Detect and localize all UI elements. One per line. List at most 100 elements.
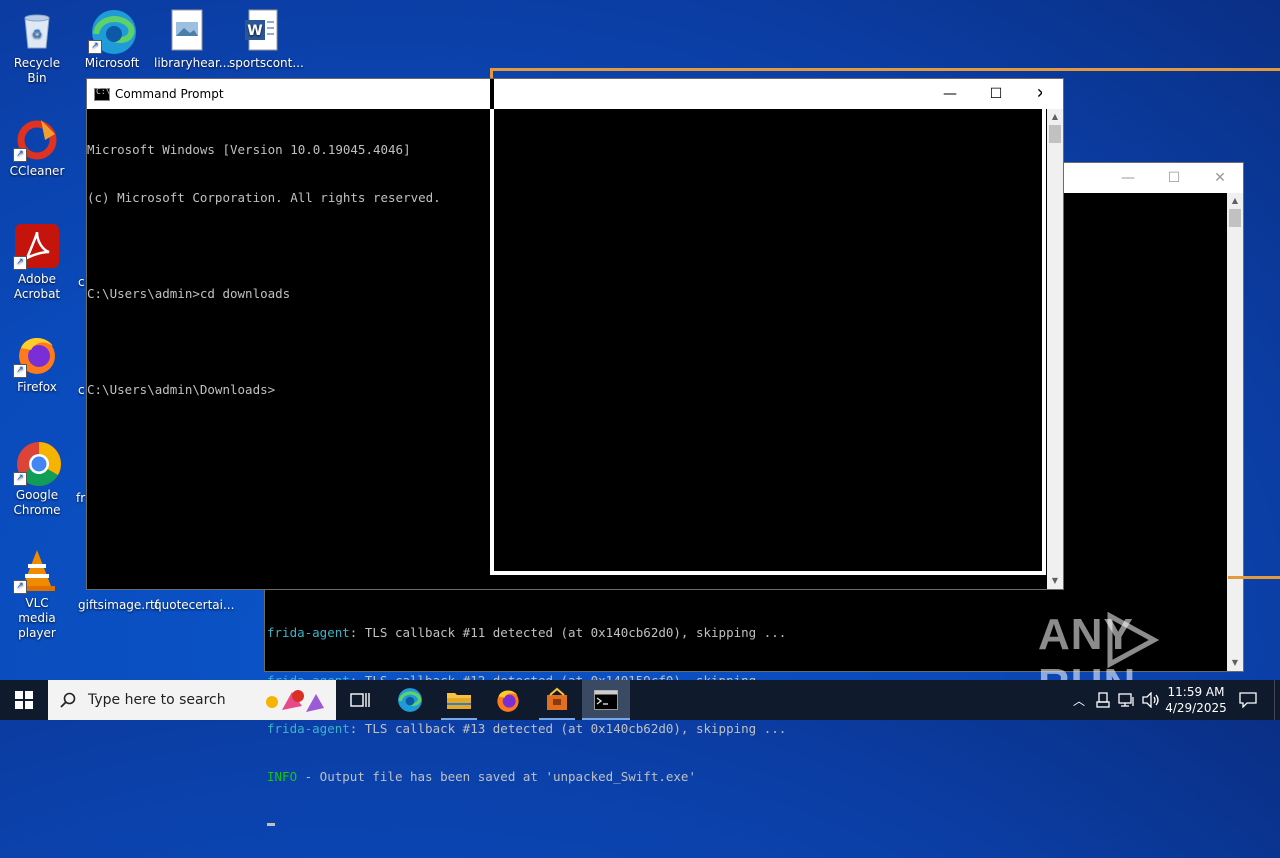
- desktop-icon-google-chrome[interactable]: ↗ Google Chrome: [5, 440, 69, 518]
- tray-clock[interactable]: 11:59 AM 4/29/2025: [1164, 680, 1228, 720]
- clock-time: 11:59 AM: [1167, 685, 1225, 699]
- console-output[interactable]: Microsoft Windows [Version 10.0.19045.40…: [87, 110, 441, 430]
- tray-device-icon[interactable]: [1092, 680, 1114, 720]
- vlc-icon: ↗: [13, 548, 59, 594]
- notification-icon: [1239, 692, 1257, 708]
- tray-network-icon[interactable]: [1116, 680, 1138, 720]
- chrome-icon: ↗: [13, 440, 61, 486]
- command-prompt-window[interactable]: C:\ Command Prompt — ☐ ✕ Microsoft Windo…: [86, 78, 1064, 590]
- firefox-icon: ↗: [13, 332, 59, 378]
- log-text: - Output file has been saved at 'unpacke…: [297, 769, 696, 784]
- show-hidden-icons-button[interactable]: ︿: [1068, 680, 1090, 720]
- tray-volume-icon[interactable]: [1140, 680, 1162, 720]
- shortcut-arrow-icon: ↗: [13, 256, 27, 270]
- console-scrollbar[interactable]: ▲ ▼: [1047, 109, 1063, 589]
- desktop-icon-label: Recycle Bin: [13, 56, 61, 85]
- ccleaner-icon: ↗: [13, 116, 59, 162]
- scroll-thumb[interactable]: [1229, 209, 1241, 227]
- desktop-icon-label: VLC media player: [18, 596, 56, 640]
- desktop-icon-label: Microsoft Edge: [84, 56, 140, 70]
- desktop-icon-ccleaner[interactable]: ↗ CCleaner: [5, 116, 69, 179]
- desktop-icon-microsoft-edge[interactable]: ↗ Microsoft Edge: [80, 8, 144, 71]
- desktop-icon-firefox[interactable]: ↗ Firefox: [5, 332, 69, 395]
- minimize-button[interactable]: —: [1105, 163, 1151, 193]
- chevron-up-icon: ︿: [1072, 693, 1085, 708]
- cmd-icon: [594, 690, 618, 710]
- show-desktop-button[interactable]: [1274, 680, 1280, 720]
- console-scrollbar[interactable]: ▲ ▼: [1227, 193, 1243, 671]
- desktop-icon-libraryhear[interactable]: libraryhear...: [154, 8, 231, 71]
- taskbar-command-prompt[interactable]: [582, 680, 630, 720]
- partial-desktop-label: c: [78, 383, 85, 397]
- shortcut-arrow-icon: ↗: [88, 40, 102, 54]
- console-line: frida-agent: TLS callback #13 detected (…: [267, 721, 786, 737]
- network-icon: [1118, 693, 1134, 707]
- svg-text:W: W: [247, 23, 262, 39]
- desktop-icon-label: Adobe Acrobat: [13, 272, 61, 301]
- maximize-button[interactable]: ☐: [1151, 163, 1197, 193]
- folder-icon: [447, 693, 471, 709]
- shortcut-arrow-icon: ↗: [13, 364, 27, 378]
- scroll-thumb[interactable]: [1049, 125, 1061, 143]
- task-view-button[interactable]: [336, 680, 384, 720]
- window-title: Command Prompt: [115, 87, 224, 101]
- overlay-border: [490, 68, 1280, 71]
- scroll-up-arrow-icon[interactable]: ▲: [1227, 193, 1243, 209]
- desktop-icon-label: Firefox: [17, 380, 57, 394]
- partial-desktop-label: c: [78, 275, 85, 289]
- taskbar-file-explorer[interactable]: [435, 680, 483, 720]
- console-line: frida-agent: TLS callback #11 detected (…: [267, 625, 786, 641]
- log-text: : TLS callback #13 detected (at 0x140cb6…: [349, 721, 787, 736]
- app-icon: [547, 687, 567, 710]
- firefox-icon: [497, 690, 519, 712]
- desktop-icon-label: libraryhear...: [154, 56, 231, 70]
- windows-logo-icon: [15, 691, 33, 709]
- desktop-icon-vlc[interactable]: ↗ VLC media player: [5, 548, 69, 641]
- console-line: (c) Microsoft Corporation. All rights re…: [87, 190, 441, 205]
- partial-desktop-label: fr: [76, 491, 86, 505]
- play-triangle-icon: [1107, 611, 1160, 669]
- desktop-icon-recycle-bin[interactable]: ♻ Recycle Bin: [5, 8, 69, 86]
- word-document-icon: W: [239, 8, 283, 52]
- svg-text:♻: ♻: [32, 27, 43, 41]
- text-cursor: [267, 823, 275, 826]
- clock-date: 4/29/2025: [1165, 701, 1227, 715]
- taskbar-edge[interactable]: [386, 680, 434, 720]
- usb-device-icon: [1096, 692, 1110, 708]
- console-line: INFO - Output file has been saved at 'un…: [267, 769, 786, 785]
- taskbar: Type here to search ︿ 11:59 AM 4/29/2025: [0, 680, 1280, 720]
- close-button[interactable]: ✕: [1197, 163, 1243, 193]
- speaker-icon: [1142, 692, 1159, 708]
- console-output: frida-agent: TLS callback #11 detected (…: [267, 593, 786, 858]
- scroll-down-arrow-icon[interactable]: ▼: [1047, 573, 1063, 589]
- anyrun-watermark: ANY RUN: [1038, 610, 1238, 709]
- cmd-icon: C:\: [94, 87, 110, 101]
- console-line: Microsoft Windows [Version 10.0.19045.40…: [87, 142, 411, 157]
- shortcut-arrow-icon: ↗: [13, 580, 27, 594]
- task-view-icon: [350, 693, 370, 707]
- desktop-icon-adobe-acrobat[interactable]: ↗ Adobe Acrobat: [5, 224, 69, 302]
- search-highlight-icon: [266, 690, 324, 712]
- edge-icon: [398, 688, 422, 712]
- scroll-up-arrow-icon[interactable]: ▲: [1047, 109, 1063, 125]
- desktop-icon-label: giftsimage.rtf: [78, 598, 159, 612]
- taskbar-firefox[interactable]: [484, 680, 532, 720]
- console-line: C:\Users\admin>cd downloads: [87, 286, 291, 301]
- desktop-icon-label: Google Chrome: [13, 488, 61, 517]
- taskbar-search-box[interactable]: Type here to search: [48, 680, 336, 720]
- desktop-icon-label: quotecertai...: [154, 598, 235, 612]
- overlay-border: [1228, 576, 1280, 579]
- desktop-icon-sportscont[interactable]: W sportscont...: [229, 8, 304, 71]
- taskbar-app[interactable]: [533, 680, 581, 720]
- image-file-icon: [164, 8, 208, 52]
- search-icon: [60, 692, 76, 708]
- log-text: : TLS callback #11 detected (at 0x140cb6…: [349, 625, 787, 640]
- acrobat-icon: ↗: [13, 224, 59, 270]
- shortcut-arrow-icon: ↗: [13, 472, 27, 486]
- start-button[interactable]: [0, 680, 48, 720]
- search-placeholder: Type here to search: [88, 692, 226, 708]
- log-prefix: frida-agent: [267, 625, 350, 640]
- action-center-button[interactable]: [1232, 680, 1264, 720]
- recycle-bin-icon: ♻: [15, 8, 59, 52]
